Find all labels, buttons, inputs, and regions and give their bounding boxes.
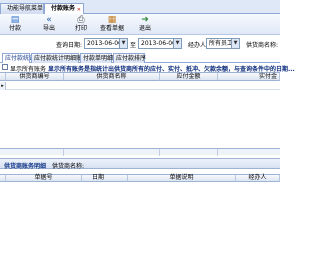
tab-payable-sort-label: 应付款排序 (116, 55, 147, 62)
column-header-handler-label: 经办人 (248, 174, 267, 181)
summary-cell (160, 149, 218, 156)
tab-payable-summary[interactable]: 应付款统计 (2, 53, 35, 63)
date-label: 查询日期: (56, 42, 83, 49)
chevron-down-icon[interactable]: ▼ (173, 39, 181, 48)
date-from-value: 2013-06-06 (87, 40, 122, 47)
supplier-detail-grid[interactable]: 单据号 日期 单据说明 经办人 (0, 170, 280, 270)
tab-payable-detail-ledger[interactable]: 应付款统计明细账 (31, 53, 83, 63)
column-header-document-description-label: 单据说明 (169, 174, 194, 181)
column-header-date-label: 日期 (92, 174, 105, 181)
row-pointer-icon: ▸ (0, 82, 6, 90)
supplier-label: 供货商名称: (246, 42, 279, 49)
pay-button[interactable]: ▤ 付款 (4, 15, 26, 34)
exit-arrow-icon: ➜ (141, 15, 149, 25)
tab-payment-detail-label: 付款单明细 (83, 55, 114, 62)
tab-payment-ledger-label: 付款账务 (51, 5, 76, 12)
filter-bar: 查询日期: 2013-06-06 ▼ 至 2013-06-06 ▼ 经办人: 所… (0, 36, 280, 52)
column-header-supplier-name[interactable]: 供货商名称 (64, 73, 160, 81)
column-header-supplier-name-label: 供货商名称 (96, 73, 127, 80)
date-from-picker[interactable]: 2013-06-06 ▼ (84, 38, 128, 49)
payable-summary-grid[interactable]: 供货商编号 供货商名称 应付金额 实付金 ▸ (0, 72, 280, 148)
tab-payable-sort[interactable]: 应付款排序 (113, 53, 147, 63)
report-tab-strip: 应付款统计 应付款统计明细账 付款单明细 应付款排序 (0, 53, 280, 63)
view-document-icon: ▦ (107, 15, 117, 25)
print-button-label: 打印 (74, 25, 87, 32)
view-document-button-label: 查看单据 (99, 25, 124, 32)
chevron-down-icon[interactable]: ▼ (231, 39, 239, 48)
column-header-paid-amount-label: 实付金 (258, 73, 277, 80)
view-document-button[interactable]: ▦ 查看单据 (98, 15, 126, 34)
column-header-supplier-code[interactable]: 供货商编号 (6, 73, 64, 81)
date-to-value: 2013-06-06 (141, 40, 176, 47)
chevron-down-icon[interactable]: ▼ (119, 39, 127, 48)
tab-payment-detail[interactable]: 付款单明细 (80, 53, 114, 63)
handler-select[interactable]: 所有员工 ▼ (206, 38, 240, 49)
summary-cell (0, 149, 64, 156)
to-label: 至 (130, 42, 137, 49)
show-all-row: 显示所有账务 显示所有账务是指统计出供货商所有的应付、实付、抵冲、欠款余额，与查… (0, 63, 295, 73)
detail-section-title: 供货商账务明细 (4, 163, 47, 170)
tab-payable-detail-ledger-label: 应付款统计明细账 (34, 55, 83, 62)
export-button-label: 导出 (42, 25, 55, 32)
detail-supplier-label: 供货商名称: (52, 163, 85, 170)
column-header-supplier-code-label: 供货商编号 (19, 73, 50, 80)
column-header-payable-amount-label: 应付金额 (176, 73, 201, 80)
column-header-document-description[interactable]: 单据说明 (128, 174, 236, 182)
double-arrow-left-icon: « (46, 15, 52, 25)
supplier-detail-bar: 供货商账务明细 供货商名称: (0, 158, 280, 170)
column-header-document-number[interactable]: 单据号 (6, 174, 82, 182)
column-header-payable-amount[interactable]: 应付金额 (160, 73, 218, 81)
column-header-date[interactable]: 日期 (82, 174, 128, 182)
column-header-document-number-label: 单据号 (34, 174, 53, 181)
column-header-handler[interactable]: 经办人 (236, 174, 280, 182)
summary-cell (64, 149, 160, 156)
column-header-paid-amount[interactable]: 实付金 (218, 73, 280, 81)
date-to-picker[interactable]: 2013-06-06 ▼ (138, 38, 182, 49)
show-all-checkbox[interactable] (2, 64, 8, 70)
table-row[interactable]: ▸ (0, 82, 280, 90)
exit-button-label: 退出 (138, 25, 151, 32)
toolbar: ▤ 付款 « 导出 ⎙ 打印 ▦ 查看单据 ➜ 退出 (0, 14, 280, 35)
exit-button[interactable]: ➜ 退出 (134, 15, 156, 34)
print-button[interactable]: ⎙ 打印 (70, 15, 92, 34)
handler-value: 所有员工 (209, 40, 234, 47)
tab-navigation-menu-label: 功能导航菜单 (7, 5, 44, 12)
export-button[interactable]: « 导出 (38, 15, 60, 34)
document-new-icon: ▤ (10, 15, 20, 25)
pay-button-label: 付款 (8, 25, 21, 32)
tab-navigation-menu[interactable]: 功能导航菜单 (0, 3, 44, 14)
document-tab-strip: 功能导航菜单 付款账务 ✕ (0, 0, 280, 15)
summary-row (0, 148, 280, 156)
printer-icon: ⎙ (77, 15, 85, 25)
